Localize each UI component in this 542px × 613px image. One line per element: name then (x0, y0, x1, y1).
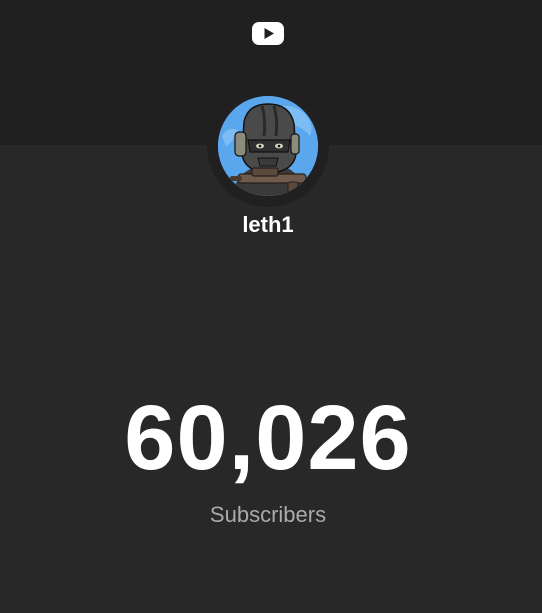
youtube-logo-icon (252, 22, 284, 45)
subscriber-counter-page: leth1 60,026 Subscribers (0, 0, 542, 613)
subscriber-label: Subscribers (209, 502, 327, 527)
channel-name[interactable]: leth1 (0, 211, 536, 239)
subscriber-count: 60,026 (124, 387, 412, 489)
avatar[interactable] (218, 96, 318, 196)
masked-soldier-avatar-icon (218, 96, 318, 196)
